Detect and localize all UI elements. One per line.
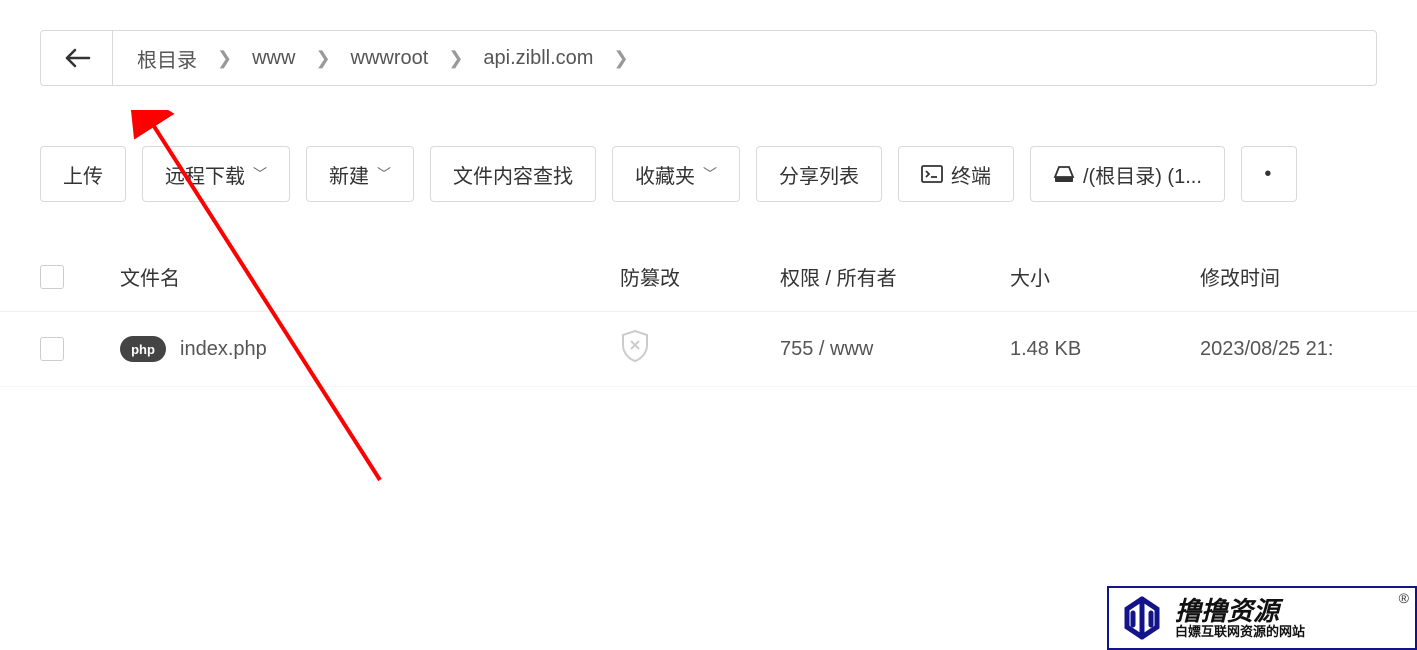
- col-header-name[interactable]: 文件名: [120, 262, 620, 291]
- watermark-badge: 撸撸资源 白嫖互联网资源的网站 ®: [1107, 586, 1417, 650]
- select-all-checkbox[interactable]: [40, 265, 64, 289]
- breadcrumb-bar: 根目录 ❯ www ❯ wwwroot ❯ api.zibll.com ❯: [40, 30, 1377, 86]
- breadcrumb-item-wwwroot[interactable]: wwwroot: [345, 43, 435, 74]
- shield-x-icon: [620, 329, 650, 363]
- content-search-label: 文件内容查找: [453, 160, 573, 189]
- new-button[interactable]: 新建 ﹀: [306, 146, 414, 202]
- disk-label: /(根目录) (1...: [1083, 160, 1202, 189]
- watermark-registered-icon: ®: [1399, 590, 1409, 606]
- file-table: 文件名 防篡改 权限 / 所有者 大小 修改时间 php index.php 7…: [0, 242, 1417, 387]
- remote-download-button[interactable]: 远程下载 ﹀: [142, 146, 290, 202]
- terminal-icon: [921, 165, 943, 183]
- breadcrumb-item-root[interactable]: 根目录: [131, 40, 203, 77]
- favorites-button[interactable]: 收藏夹 ﹀: [612, 146, 740, 202]
- upload-button[interactable]: 上传: [40, 146, 126, 202]
- toolbar: 上传 远程下载 ﹀ 新建 ﹀ 文件内容查找 收藏夹 ﹀ 分享列表 终端 /(根目…: [40, 146, 1377, 202]
- remote-download-label: 远程下载: [165, 160, 245, 189]
- col-header-perm[interactable]: 权限 / 所有者: [780, 262, 1010, 291]
- share-list-button[interactable]: 分享列表: [756, 146, 882, 202]
- file-perm: 755 / www: [780, 338, 1010, 361]
- table-header: 文件名 防篡改 权限 / 所有者 大小 修改时间: [0, 242, 1417, 312]
- breadcrumb-item-api[interactable]: api.zibll.com: [477, 43, 599, 74]
- chevron-down-icon: ﹀: [253, 164, 267, 184]
- chevron-down-icon: ﹀: [377, 164, 391, 184]
- breadcrumb: 根目录 ❯ www ❯ wwwroot ❯ api.zibll.com ❯: [113, 40, 639, 77]
- table-row[interactable]: php index.php 755 / www 1.48 KB 2023/08/…: [0, 312, 1417, 387]
- share-list-label: 分享列表: [779, 160, 859, 189]
- back-button[interactable]: [41, 31, 113, 85]
- watermark-sub: 白嫖互联网资源的网站: [1175, 625, 1305, 639]
- chevron-right-icon: ❯: [207, 48, 242, 69]
- disk-icon: [1053, 165, 1075, 183]
- watermark-main: 撸撸资源: [1175, 597, 1305, 626]
- chevron-right-icon: ❯: [438, 48, 473, 69]
- file-name: index.php: [180, 338, 267, 361]
- new-label: 新建: [329, 160, 369, 189]
- file-mtime: 2023/08/25 21:: [1200, 338, 1377, 361]
- more-button[interactable]: •: [1241, 146, 1297, 202]
- php-file-icon: php: [120, 336, 166, 362]
- content-search-button[interactable]: 文件内容查找: [430, 146, 596, 202]
- col-header-tamper[interactable]: 防篡改: [620, 262, 780, 291]
- ellipsis-icon: •: [1264, 163, 1273, 186]
- watermark-logo-icon: [1119, 595, 1165, 641]
- arrow-left-icon: [63, 48, 91, 68]
- breadcrumb-item-www[interactable]: www: [246, 43, 301, 74]
- disk-selector-button[interactable]: /(根目录) (1...: [1030, 146, 1225, 202]
- row-checkbox[interactable]: [40, 337, 64, 361]
- terminal-button[interactable]: 终端: [898, 146, 1014, 202]
- chevron-down-icon: ﹀: [703, 164, 717, 184]
- col-header-size[interactable]: 大小: [1010, 262, 1200, 291]
- col-header-mtime[interactable]: 修改时间: [1200, 262, 1377, 291]
- terminal-label: 终端: [951, 160, 991, 189]
- upload-label: 上传: [63, 160, 103, 189]
- chevron-right-icon: ❯: [603, 48, 638, 69]
- chevron-right-icon: ❯: [305, 48, 340, 69]
- file-size: 1.48 KB: [1010, 338, 1200, 361]
- favorites-label: 收藏夹: [635, 160, 695, 189]
